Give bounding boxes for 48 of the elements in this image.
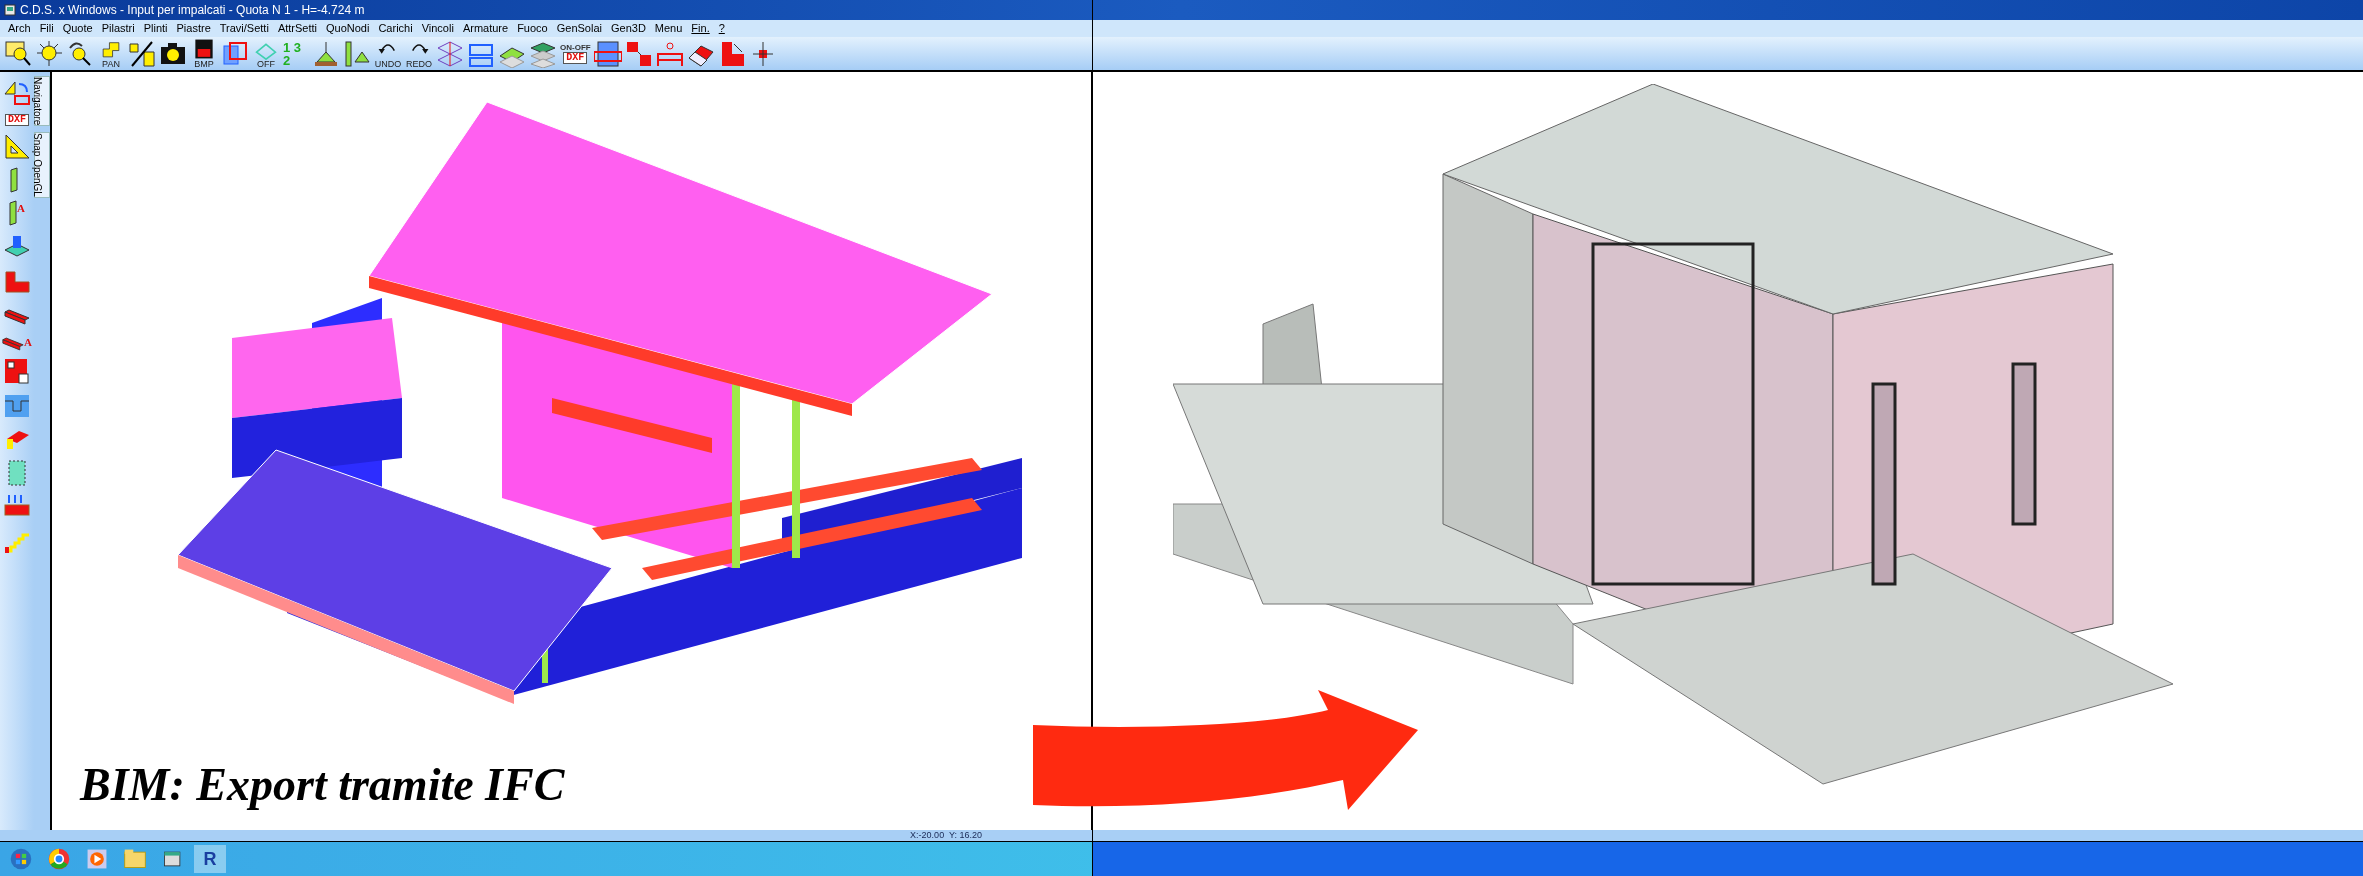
column-icon	[9, 200, 17, 226]
wall-icon[interactable]	[3, 356, 31, 385]
menu-item[interactable]: Carichi	[378, 20, 413, 37]
menu-item[interactable]: Gen3D	[610, 20, 646, 37]
menu-item[interactable]: QuoNodi	[326, 20, 370, 37]
mesh-icon[interactable]	[436, 39, 464, 68]
pan-button[interactable]: PAN	[97, 38, 125, 69]
column-icon[interactable]	[343, 39, 371, 68]
menu-item[interactable]: Arch	[8, 20, 31, 37]
dxf-button[interactable]: ON-OFF DXF	[560, 43, 591, 64]
menu-item[interactable]: Armature	[462, 20, 509, 37]
plane-button[interactable]: OFF	[252, 38, 280, 69]
side-tab[interactable]: Snap OpenGL	[34, 132, 50, 199]
layers-icon[interactable]	[529, 39, 557, 68]
building-icon[interactable]	[593, 39, 622, 68]
support-icon[interactable]	[312, 39, 340, 68]
status-coordinates: X:-20.00 Y: 16.20	[910, 828, 982, 842]
frame-icon[interactable]	[221, 39, 249, 68]
app-icon	[4, 4, 16, 16]
dxf-button[interactable]: DXF	[5, 114, 29, 126]
menu-item[interactable]: Vincoli	[421, 20, 454, 37]
menu-item[interactable]: GenSolai	[556, 20, 602, 37]
bed-icon[interactable]	[655, 39, 684, 68]
menu-item[interactable]: Plinti	[143, 20, 168, 37]
side-tab[interactable]: Navigatore	[34, 76, 50, 127]
menu-item[interactable]: AttrSetti	[277, 20, 317, 37]
window-title: C.D.S. x Windows - Input per impalcati - Quota N 1 - H=-4.724 m	[20, 2, 365, 19]
caption: BIM: Export tramite IFC	[80, 758, 565, 812]
menu-item[interactable]: Travi/Setti	[219, 20, 269, 37]
menu-item[interactable]: ?	[718, 20, 725, 37]
menu-item[interactable]: Pilastri	[101, 20, 135, 37]
menu-item[interactable]: Fuoco	[517, 20, 548, 37]
revit-button[interactable]: R	[194, 845, 226, 873]
rotate-icon[interactable]	[3, 80, 31, 108]
disk-button[interactable]: BMP	[190, 38, 218, 69]
menu-item[interactable]: Menu	[654, 20, 683, 37]
beam-icon	[2, 336, 24, 351]
browser-icon[interactable]	[47, 847, 71, 871]
cut-icon[interactable]	[128, 39, 156, 68]
redo-button[interactable]: REDO	[405, 38, 433, 69]
grid-icon[interactable]	[624, 39, 653, 68]
play-icon[interactable]	[85, 847, 109, 871]
menu-item[interactable]: Quote	[62, 20, 93, 37]
menu-item[interactable]: Piastre	[176, 20, 211, 37]
menu-item[interactable]: Fili	[39, 20, 54, 37]
start-orb-icon[interactable]	[9, 847, 33, 871]
undo-button[interactable]: UNDO	[374, 38, 402, 69]
menu-item[interactable]: Fin.	[691, 20, 710, 37]
